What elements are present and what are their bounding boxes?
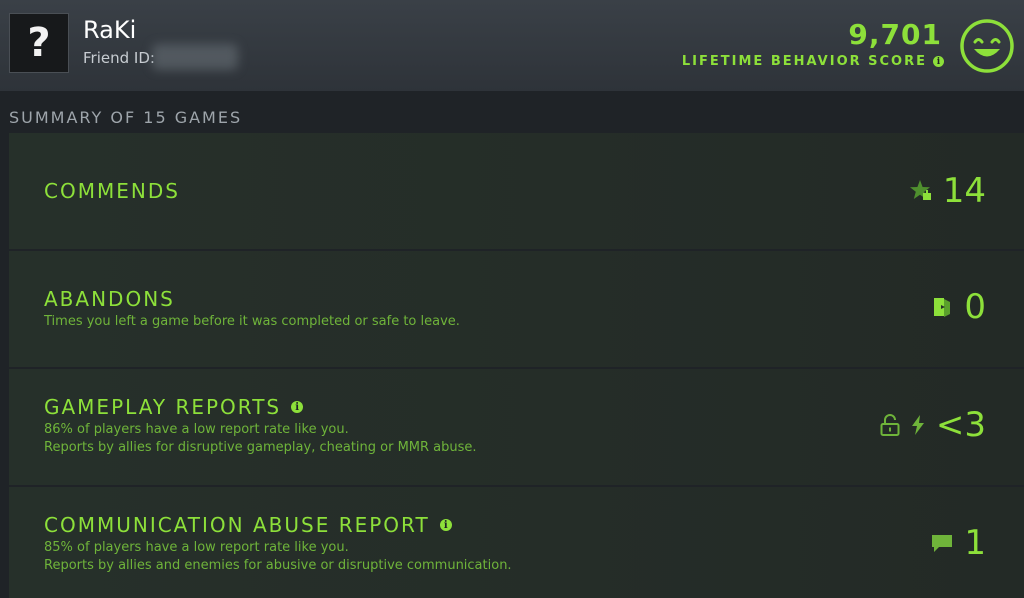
stat-value-gameplay-reports: <3 — [880, 405, 986, 445]
stat-title-text: COMMENDS — [44, 179, 180, 203]
stat-title-text: ABANDONS — [44, 287, 175, 311]
stat-desc-line-2: Reports by allies for disruptive gamepla… — [44, 440, 477, 455]
friend-id-value-blurred — [152, 44, 238, 70]
smiley-face-icon — [960, 19, 1014, 73]
stat-value-communication-abuse: 1 — [930, 523, 986, 563]
stat-title-text: COMMUNICATION ABUSE REPORT — [44, 513, 430, 537]
behavior-score-label-text: LIFETIME BEHAVIOR SCORE — [681, 54, 927, 69]
info-icon[interactable]: i — [933, 56, 944, 67]
stat-desc-line-2: Reports by allies and enemies for abusiv… — [44, 558, 512, 573]
stat-desc-abandons: Times you left a game before it was comp… — [44, 314, 460, 329]
stat-row-communication-abuse: COMMUNICATION ABUSE REPORT i 85% of play… — [9, 487, 1024, 598]
stat-desc-line-1: 85% of players have a low report rate li… — [44, 540, 349, 555]
stat-title-communication-abuse: COMMUNICATION ABUSE REPORT i — [44, 513, 452, 537]
stat-row-gameplay-reports: GAMEPLAY REPORTS i 86% of players have a… — [9, 369, 1024, 485]
stat-value-text: 0 — [964, 287, 986, 327]
stat-desc-gameplay-reports: 86% of players have a low report rate li… — [44, 421, 477, 457]
stat-value-abandons: 0 — [932, 287, 986, 327]
info-icon[interactable]: i — [439, 519, 452, 531]
behavior-score: 9,701 — [848, 18, 942, 51]
stat-row-abandons: ABANDONS Times you left a game before it… — [9, 251, 1024, 367]
chat-bubble-icon — [932, 535, 953, 552]
profile-header: ? RaKi Friend ID: 9,701 LIFETIME BEHAVIO… — [0, 0, 1024, 91]
stat-row-commends: COMMENDS 14 — [9, 133, 1024, 249]
lightning-icon — [911, 415, 924, 435]
stat-value-text: 14 — [942, 171, 986, 211]
avatar-placeholder-icon: ? — [27, 20, 51, 66]
stat-value-text: <3 — [935, 405, 986, 445]
info-icon[interactable]: i — [291, 401, 304, 413]
summary-title: SUMMARY OF 15 GAMES — [9, 108, 243, 127]
stat-value-text: 1 — [964, 523, 986, 563]
behavior-score-label: LIFETIME BEHAVIOR SCORE i — [682, 54, 944, 69]
friend-id-label: Friend ID: — [83, 49, 155, 67]
stat-title-text: GAMEPLAY REPORTS — [44, 395, 282, 419]
player-name: RaKi — [83, 16, 137, 44]
exit-door-icon — [934, 298, 951, 317]
star-thumb-icon — [909, 180, 931, 200]
stat-value-commends: 14 — [909, 171, 986, 211]
stats-list: COMMENDS 14 ABANDONS Times you left a ga… — [9, 133, 1024, 598]
stat-desc-communication-abuse: 85% of players have a low report rate li… — [44, 539, 512, 575]
stat-title-abandons: ABANDONS — [44, 287, 175, 311]
avatar[interactable]: ? — [9, 13, 69, 73]
unlock-icon — [880, 414, 900, 436]
stat-title-commends: COMMENDS — [44, 179, 180, 203]
stat-desc-line-1: 86% of players have a low report rate li… — [44, 422, 349, 437]
stat-title-gameplay-reports: GAMEPLAY REPORTS i — [44, 395, 304, 419]
